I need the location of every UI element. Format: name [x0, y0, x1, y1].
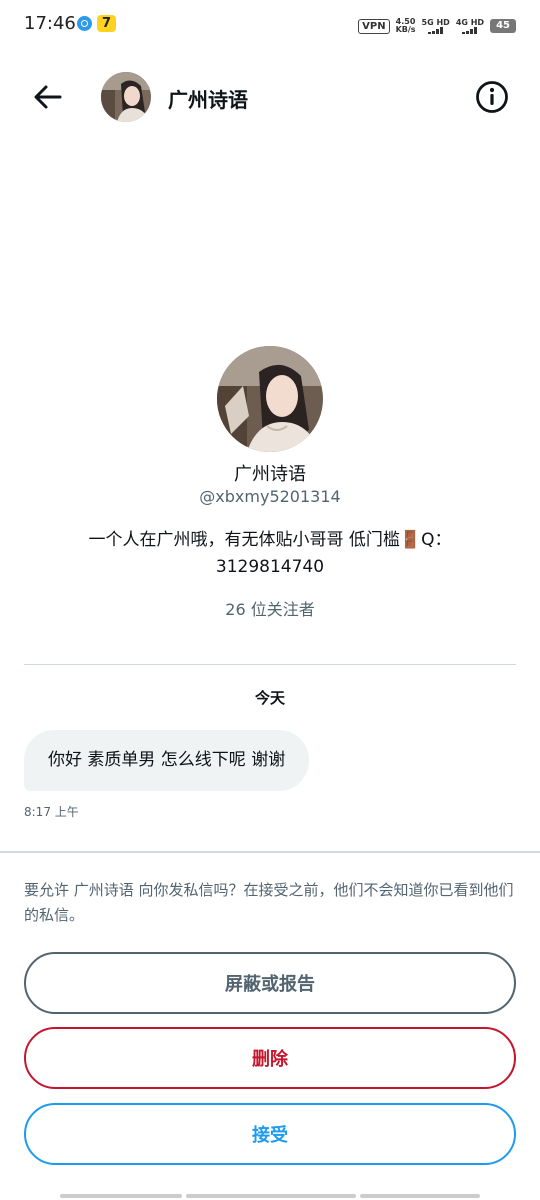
conversation-header: 广州诗语 — [0, 70, 540, 124]
profile-bio: 一个人在广州哦，有无体贴小哥哥 低门槛🚪Q：3129814740 — [88, 530, 452, 577]
message-request-panel: 要允许 广州诗语 向你发私信吗？在接受之前，他们不会知道你已看到他们的私信。 屏… — [0, 851, 540, 1200]
battery-icon: 45 — [490, 19, 516, 33]
vpn-icon: VPN — [358, 18, 390, 34]
signal-bars-icon — [428, 27, 444, 34]
date-separator: 今天 — [254, 689, 285, 707]
followers-count[interactable]: 26 位关注者 — [0, 596, 540, 620]
avatar-image — [217, 346, 323, 452]
network-speed: 4.50 KB/s — [395, 17, 416, 34]
avatar-image — [101, 72, 151, 122]
header-avatar[interactable] — [101, 72, 151, 122]
header-title: 广州诗语 — [168, 88, 248, 112]
signal-bars-icon — [462, 27, 478, 34]
status-time: 17:46 — [24, 13, 76, 34]
message-bubble[interactable]: 你好 素质单男 怎么线下呢 谢谢 — [24, 730, 310, 791]
back-button[interactable] — [30, 79, 66, 115]
status-indicators: VPN 4.50 KB/s 5G HD 4G HD 45 — [358, 16, 516, 36]
signal-sim1: 5G HD — [422, 18, 450, 34]
request-prompt: 要允许 广州诗语 向你发私信吗？在接受之前，他们不会知道你已看到他们的私信。 — [24, 881, 514, 924]
gesture-bar — [60, 1194, 480, 1198]
status-bar: 17:46 7 VPN 4.50 KB/s 5G HD 4G HD 45 — [0, 0, 540, 50]
info-circle-icon — [476, 81, 508, 113]
arrow-left-icon — [34, 85, 62, 109]
signal-sim2: 4G HD — [456, 18, 484, 34]
profile-name: 广州诗语 — [234, 464, 306, 485]
block-or-report-button[interactable]: 屏蔽或报告 — [24, 952, 516, 1014]
delete-button[interactable]: 删除 — [24, 1027, 516, 1089]
message-timestamp: 8:17 上午 — [24, 805, 79, 819]
info-button[interactable] — [474, 79, 510, 115]
profile-handle: @xbxmy5201314 — [199, 487, 341, 506]
profile-avatar[interactable] — [217, 346, 323, 452]
accept-button[interactable]: 接受 — [24, 1103, 516, 1165]
divider — [24, 664, 516, 665]
app-notification-icon — [77, 16, 92, 31]
app-notification-icon-2: 7 — [97, 15, 116, 32]
